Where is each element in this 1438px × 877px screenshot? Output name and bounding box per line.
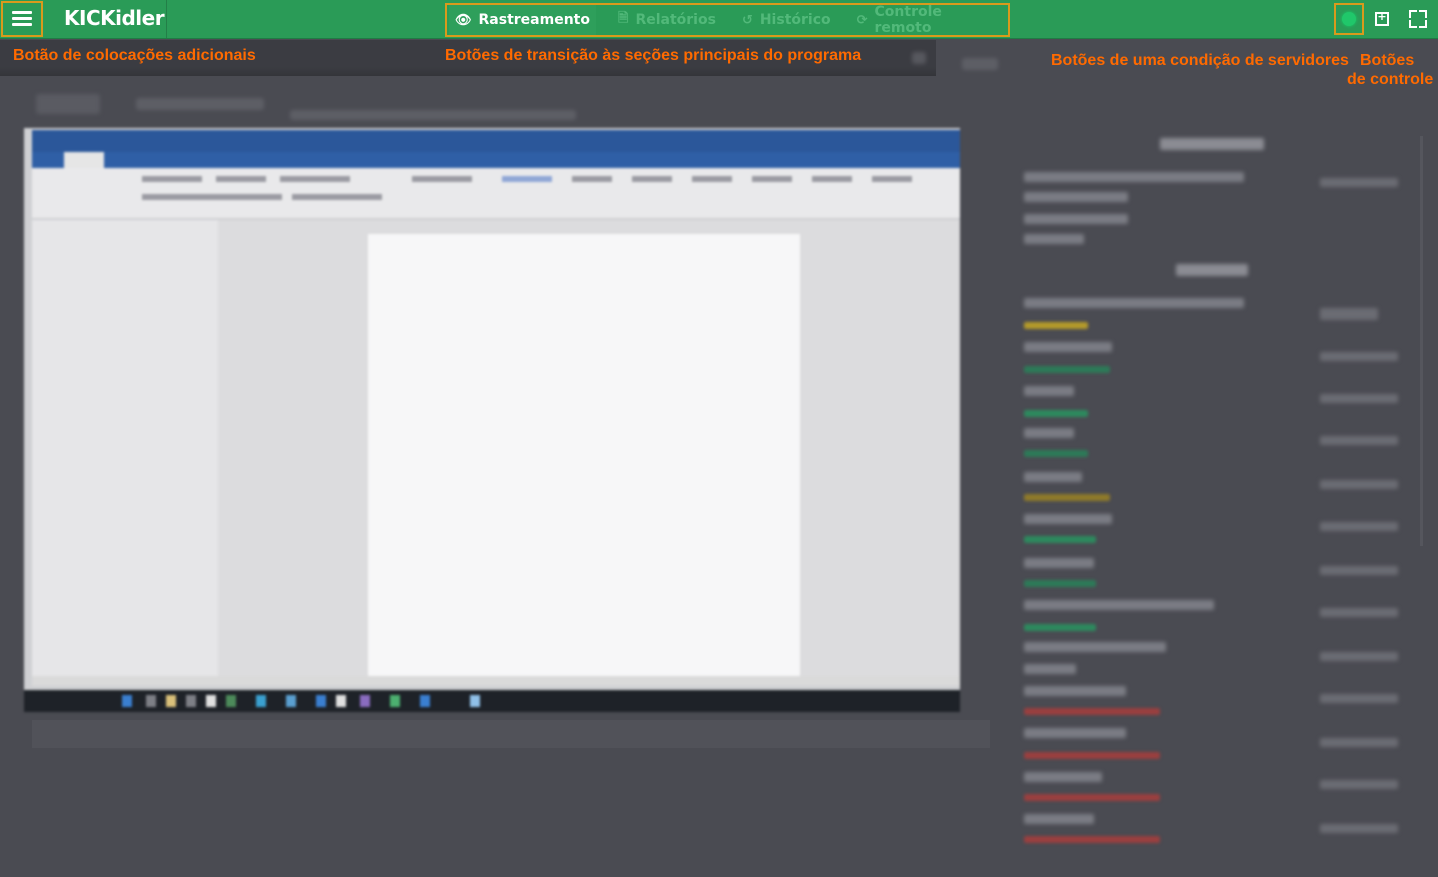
list-item (1024, 214, 1128, 224)
window-ribbon-tabs (32, 152, 960, 168)
list-item (1024, 386, 1074, 396)
document-page (368, 234, 800, 682)
window-statusbar (32, 676, 960, 686)
session-info (290, 110, 576, 120)
list-item (1024, 172, 1244, 182)
window-taskbar (24, 690, 960, 712)
window-ribbon (32, 168, 960, 218)
usage-bar (1024, 366, 1110, 373)
blurred-icon (912, 52, 926, 64)
add-window-icon (1375, 10, 1389, 26)
list-item (1024, 814, 1094, 824)
list-value (1320, 780, 1398, 789)
nav-reports-label: Relatórios (635, 12, 716, 28)
nav-tracking[interactable]: 👁 Rastreamento (449, 5, 596, 35)
list-value (1320, 566, 1398, 575)
server-status-button[interactable] (1334, 3, 1364, 35)
nav-reports[interactable]: 🗎 Relatórios (612, 5, 722, 35)
nav-history[interactable]: ↺ Histórico (736, 5, 837, 35)
list-item (1024, 472, 1082, 482)
report-icon: 🗎 (617, 11, 629, 26)
annotation-nav: Botões de transição às seções principais… (445, 47, 862, 64)
history-icon: ↺ (741, 12, 753, 28)
back-button[interactable] (36, 94, 100, 114)
list-value (1320, 352, 1398, 361)
usage-bar (1024, 494, 1110, 501)
live-screen-preview[interactable] (24, 128, 960, 712)
annotation-menu: Botão de colocações adicionais (13, 47, 256, 64)
timeline-strip[interactable] (32, 720, 990, 748)
annotation-controls-line1: Botões (1360, 52, 1415, 69)
eye-icon: 👁 (455, 12, 472, 28)
list-item (1024, 234, 1084, 244)
usage-bar (1024, 624, 1096, 631)
list-value (1320, 652, 1398, 661)
list-item (1024, 298, 1244, 308)
list-value (1320, 522, 1398, 531)
panel-scrollbar[interactable] (1420, 136, 1423, 546)
nav-history-label: Histórico (759, 12, 831, 28)
fullscreen-button[interactable] (1400, 3, 1436, 35)
add-window-button[interactable] (1364, 3, 1400, 35)
usage-bar (1024, 450, 1088, 457)
list-value (1320, 738, 1398, 747)
window-titlebar (32, 130, 960, 152)
panel-heading (1160, 138, 1264, 150)
main-sections-nav: 👁 Rastreamento 🗎 Relatórios ↺ Histórico … (445, 3, 1010, 37)
nav-tracking-label: Rastreamento (478, 12, 590, 28)
hamburger-icon (12, 11, 32, 27)
list-value (1320, 178, 1398, 187)
usage-bar (1024, 836, 1160, 843)
annotation-servers: Botões de uma condição de servidores (1051, 52, 1349, 69)
app-logo: KICKidler (64, 6, 165, 30)
list-item (1024, 728, 1126, 738)
list-item (1024, 664, 1076, 674)
list-item (1024, 600, 1214, 610)
list-value (1320, 608, 1398, 617)
list-item (1024, 428, 1074, 438)
blurred-icon (962, 58, 998, 70)
right-controls (1334, 3, 1436, 37)
computer-name (136, 98, 264, 110)
usage-bar (1024, 580, 1096, 587)
additional-settings-button[interactable] (1, 1, 43, 37)
usage-bar (1024, 794, 1160, 801)
nav-remote-control[interactable]: ⟳ Controle remoto (851, 4, 1008, 36)
annotation-controls-line2: de controle (1347, 71, 1434, 88)
list-value (1320, 480, 1398, 489)
list-item (1024, 772, 1102, 782)
list-value (1320, 436, 1398, 445)
fullscreen-icon (1409, 10, 1427, 28)
usage-bar (1024, 536, 1096, 543)
activity-panel (1022, 130, 1417, 870)
usage-bar (1024, 752, 1160, 759)
list-item (1024, 192, 1128, 202)
window-document-area (218, 220, 960, 682)
usage-bar (1024, 410, 1088, 417)
server-status-icon (1342, 12, 1356, 26)
nav-remote-label: Controle remoto (874, 4, 942, 36)
usage-bar (1024, 322, 1088, 329)
list-value (1320, 394, 1398, 403)
top-bar: KICKidler 👁 Rastreamento 🗎 Relatórios ↺ … (0, 0, 1438, 39)
window-navigation-pane (32, 220, 218, 676)
list-value (1320, 694, 1398, 703)
list-item (1024, 342, 1112, 352)
list-item (1024, 558, 1094, 568)
list-value (1320, 824, 1398, 833)
remote-icon: ⟳ (856, 12, 868, 28)
divider (166, 0, 167, 38)
list-value (1320, 308, 1378, 320)
usage-bar (1024, 708, 1160, 715)
list-item (1024, 686, 1126, 696)
panel-heading (1176, 264, 1248, 276)
list-item (1024, 642, 1166, 652)
list-item (1024, 514, 1112, 524)
